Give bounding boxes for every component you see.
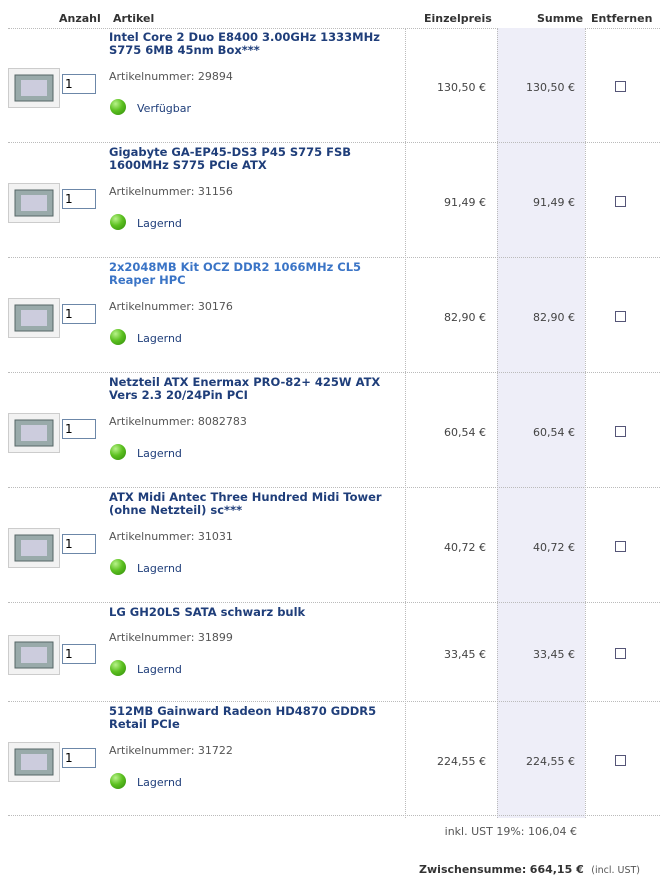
product-title-link[interactable]: Intel Core 2 Duo E8400 3.00GHz 1333MHz S… — [109, 31, 405, 57]
cpu-box-thumbnail[interactable] — [8, 68, 60, 108]
motherboard-thumbnail[interactable] — [8, 183, 60, 223]
availability-green-icon — [110, 214, 126, 230]
availability-status: Lagernd — [137, 776, 182, 789]
header-artikel: Artikel — [113, 12, 155, 25]
quantity-input[interactable] — [62, 748, 96, 768]
quantity-input[interactable] — [62, 189, 96, 209]
subtotal-value: 664,15 € — [529, 863, 584, 876]
remove-checkbox[interactable] — [615, 755, 626, 766]
availability-status: Lagernd — [137, 332, 182, 345]
header-einzelpreis: Einzelpreis — [424, 12, 492, 25]
unit-price: 60,54 € — [444, 426, 486, 439]
cart-row: Gigabyte GA-EP45-DS3 P45 S775 FSB 1600MH… — [8, 145, 660, 258]
dvd-drive-thumbnail[interactable] — [8, 635, 60, 675]
availability-green-icon — [110, 444, 126, 460]
availability-status: Lagernd — [137, 447, 182, 460]
unit-price: 33,45 € — [444, 648, 486, 661]
row-sum: 130,50 € — [526, 81, 575, 94]
quantity-input[interactable] — [62, 419, 96, 439]
row-sum: 33,45 € — [533, 648, 575, 661]
unit-price: 130,50 € — [437, 81, 486, 94]
availability-status: Lagernd — [137, 217, 182, 230]
article-number: Artikelnummer: 31722 — [109, 744, 233, 757]
remove-checkbox[interactable] — [615, 196, 626, 207]
header-entfernen: Entfernen — [591, 12, 653, 25]
row-sum: 82,90 € — [533, 311, 575, 324]
availability-green-icon — [110, 329, 126, 345]
row-divider — [8, 701, 660, 702]
article-number: Artikelnummer: 30176 — [109, 300, 233, 313]
graphics-card-thumbnail[interactable] — [8, 742, 60, 782]
product-title-link[interactable]: 2x2048MB Kit OCZ DDR2 1066MHz CL5 Reaper… — [109, 261, 405, 287]
product-title-link[interactable]: Gigabyte GA-EP45-DS3 P45 S775 FSB 1600MH… — [109, 146, 405, 172]
article-number: Artikelnummer: 8082783 — [109, 415, 247, 428]
unit-price: 91,49 € — [444, 196, 486, 209]
row-sum: 224,55 € — [526, 755, 575, 768]
product-title-link[interactable]: ATX Midi Antec Three Hundred Midi Tower … — [109, 491, 405, 517]
remove-checkbox[interactable] — [615, 311, 626, 322]
product-title-link[interactable]: LG GH20LS SATA schwarz bulk — [109, 606, 405, 619]
remove-checkbox[interactable] — [615, 81, 626, 92]
article-number: Artikelnummer: 29894 — [109, 70, 233, 83]
unit-price: 82,90 € — [444, 311, 486, 324]
availability-status: Verfügbar — [137, 102, 192, 115]
cart-row: Netzteil ATX Enermax PRO-82+ 425W ATX Ve… — [8, 375, 660, 488]
availability-green-icon — [110, 773, 126, 789]
availability-green-icon — [110, 99, 126, 115]
unit-price: 40,72 € — [444, 541, 486, 554]
quantity-input[interactable] — [62, 644, 96, 664]
availability-status: Lagernd — [137, 663, 182, 676]
header-summe: Summe — [537, 12, 584, 25]
subtotal-label: Zwischensumme: — [419, 863, 527, 876]
header-anzahl: Anzahl — [59, 12, 101, 25]
subtotal-note: (incl. UST) — [591, 865, 640, 876]
cart-row: Intel Core 2 Duo E8400 3.00GHz 1333MHz S… — [8, 30, 660, 143]
row-divider — [8, 142, 660, 143]
availability-status: Lagernd — [137, 562, 182, 575]
row-sum: 91,49 € — [533, 196, 575, 209]
product-title-link[interactable]: 512MB Gainward Radeon HD4870 GDDR5 Retai… — [109, 705, 405, 731]
product-title-link[interactable]: Netzteil ATX Enermax PRO-82+ 425W ATX Ve… — [109, 376, 405, 402]
availability-green-icon — [110, 559, 126, 575]
subtotal-row: Zwischensumme: 664,15 € (incl. UST) — [419, 863, 640, 876]
row-divider — [8, 372, 660, 373]
row-sum: 60,54 € — [533, 426, 575, 439]
cart-row: ATX Midi Antec Three Hundred Midi Tower … — [8, 490, 660, 603]
cart-row: 512MB Gainward Radeon HD4870 GDDR5 Retai… — [8, 704, 660, 816]
psu-thumbnail[interactable] — [8, 413, 60, 453]
remove-checkbox[interactable] — [615, 541, 626, 552]
article-number: Artikelnummer: 31899 — [109, 631, 233, 644]
row-divider — [8, 257, 660, 258]
cart-row: LG GH20LS SATA schwarz bulk Artikelnumme… — [8, 605, 660, 702]
availability-green-icon — [110, 660, 126, 676]
row-sum: 40,72 € — [533, 541, 575, 554]
remove-checkbox[interactable] — [615, 426, 626, 437]
cart-row: 2x2048MB Kit OCZ DDR2 1066MHz CL5 Reaper… — [8, 260, 660, 373]
remove-checkbox[interactable] — [615, 648, 626, 659]
quantity-input[interactable] — [62, 74, 96, 94]
quantity-input[interactable] — [62, 304, 96, 324]
quantity-input[interactable] — [62, 534, 96, 554]
row-divider — [8, 602, 660, 603]
row-divider — [8, 487, 660, 488]
article-number: Artikelnummer: 31031 — [109, 530, 233, 543]
tax-line: inkl. UST 19%: 106,04 € — [444, 825, 577, 838]
row-divider — [8, 815, 660, 816]
ram-thumbnail[interactable] — [8, 298, 60, 338]
article-number: Artikelnummer: 31156 — [109, 185, 233, 198]
unit-price: 224,55 € — [437, 755, 486, 768]
case-thumbnail[interactable] — [8, 528, 60, 568]
